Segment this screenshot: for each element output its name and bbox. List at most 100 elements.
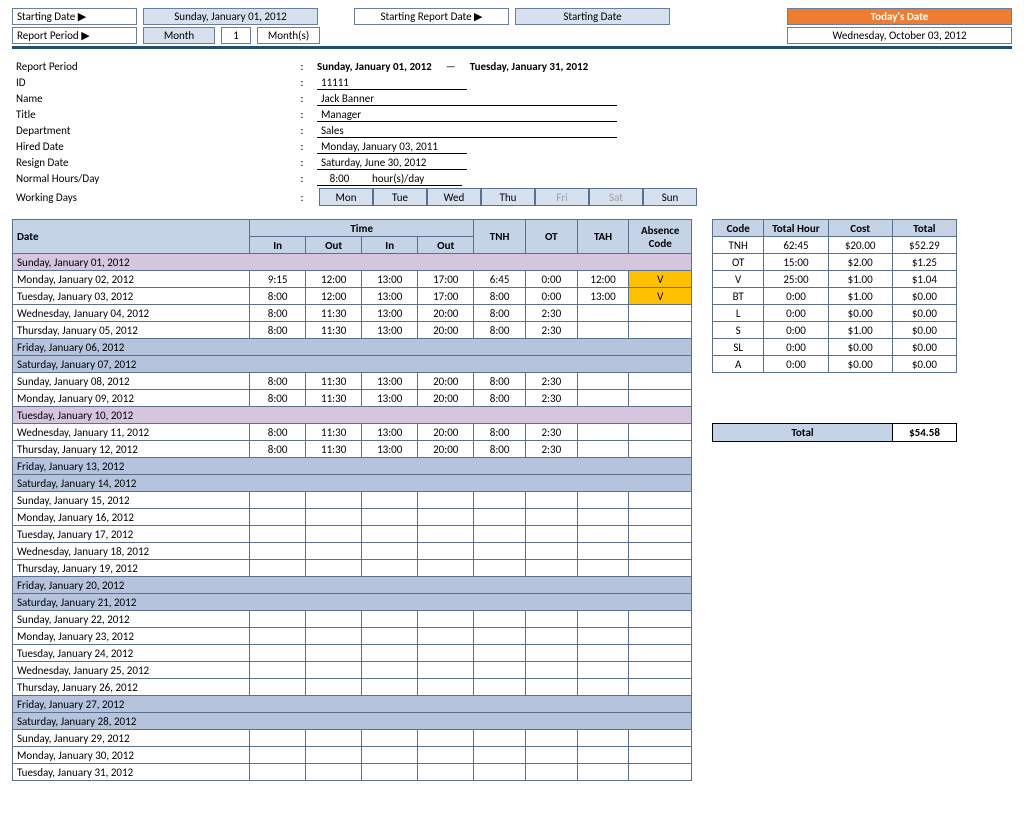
- in2-cell[interactable]: [362, 543, 418, 560]
- in1-cell[interactable]: [250, 747, 306, 764]
- out1-cell[interactable]: 11:30: [306, 390, 362, 407]
- tah-cell[interactable]: [577, 424, 629, 441]
- info-id[interactable]: 11111: [317, 76, 467, 90]
- ot-cell[interactable]: [525, 560, 577, 577]
- date-cell[interactable]: Tuesday, January 31, 2012: [13, 764, 250, 781]
- in2-cell[interactable]: [362, 611, 418, 628]
- absence-cell[interactable]: [629, 730, 692, 747]
- absence-cell[interactable]: [629, 560, 692, 577]
- ot-cell[interactable]: 0:00: [525, 288, 577, 305]
- ot-cell[interactable]: [525, 628, 577, 645]
- out1-cell[interactable]: [306, 526, 362, 543]
- out2-cell[interactable]: 20:00: [418, 441, 474, 458]
- in1-cell[interactable]: 8:00: [250, 424, 306, 441]
- date-cell[interactable]: Sunday, January 29, 2012: [13, 730, 250, 747]
- out1-cell[interactable]: 12:00: [306, 288, 362, 305]
- date-cell[interactable]: Monday, January 09, 2012: [13, 390, 250, 407]
- info-hours-val[interactable]: 8:00: [317, 172, 362, 186]
- absence-cell[interactable]: [629, 492, 692, 509]
- tnh-cell[interactable]: 8:00: [474, 441, 526, 458]
- tnh-cell[interactable]: [474, 628, 526, 645]
- tah-cell[interactable]: [577, 730, 629, 747]
- tnh-cell[interactable]: [474, 764, 526, 781]
- date-cell[interactable]: Monday, January 02, 2012: [13, 271, 250, 288]
- out1-cell[interactable]: 11:30: [306, 373, 362, 390]
- date-cell[interactable]: Tuesday, January 03, 2012: [13, 288, 250, 305]
- out1-cell[interactable]: [306, 611, 362, 628]
- tah-cell[interactable]: [577, 628, 629, 645]
- tnh-cell[interactable]: [474, 543, 526, 560]
- ot-cell[interactable]: [525, 492, 577, 509]
- out1-cell[interactable]: 11:30: [306, 322, 362, 339]
- date-cell[interactable]: Thursday, January 12, 2012: [13, 441, 250, 458]
- ot-cell[interactable]: [525, 730, 577, 747]
- out2-cell[interactable]: [418, 628, 474, 645]
- absence-cell[interactable]: [629, 373, 692, 390]
- date-cell[interactable]: Sunday, January 08, 2012: [13, 373, 250, 390]
- tnh-cell[interactable]: 8:00: [474, 390, 526, 407]
- in2-cell[interactable]: [362, 628, 418, 645]
- tah-cell[interactable]: [577, 526, 629, 543]
- in1-cell[interactable]: [250, 526, 306, 543]
- in2-cell[interactable]: [362, 730, 418, 747]
- in1-cell[interactable]: 8:00: [250, 305, 306, 322]
- date-cell[interactable]: Tuesday, January 17, 2012: [13, 526, 250, 543]
- absence-cell[interactable]: [629, 747, 692, 764]
- period-type[interactable]: Month: [143, 27, 215, 44]
- in2-cell[interactable]: [362, 679, 418, 696]
- out1-cell[interactable]: [306, 645, 362, 662]
- tah-cell[interactable]: [577, 747, 629, 764]
- ot-cell[interactable]: [525, 526, 577, 543]
- absence-cell[interactable]: [629, 441, 692, 458]
- absence-cell[interactable]: V: [629, 271, 692, 288]
- day-box[interactable]: Sun: [643, 188, 697, 206]
- absence-cell[interactable]: [629, 322, 692, 339]
- absence-cell[interactable]: [629, 543, 692, 560]
- ot-cell[interactable]: [525, 747, 577, 764]
- ot-cell[interactable]: [525, 611, 577, 628]
- in2-cell[interactable]: 13:00: [362, 373, 418, 390]
- date-cell[interactable]: Wednesday, January 18, 2012: [13, 543, 250, 560]
- tnh-cell[interactable]: [474, 645, 526, 662]
- tah-cell[interactable]: [577, 322, 629, 339]
- info-name[interactable]: Jack Banner: [317, 92, 617, 106]
- tah-cell[interactable]: [577, 492, 629, 509]
- info-department[interactable]: Sales: [317, 124, 617, 138]
- tah-cell[interactable]: [577, 645, 629, 662]
- in1-cell[interactable]: [250, 662, 306, 679]
- out2-cell[interactable]: 17:00: [418, 271, 474, 288]
- in1-cell[interactable]: 9:15: [250, 271, 306, 288]
- out1-cell[interactable]: [306, 747, 362, 764]
- out1-cell[interactable]: 11:30: [306, 424, 362, 441]
- in2-cell[interactable]: 13:00: [362, 288, 418, 305]
- in1-cell[interactable]: [250, 645, 306, 662]
- in1-cell[interactable]: 8:00: [250, 390, 306, 407]
- in1-cell[interactable]: [250, 560, 306, 577]
- out1-cell[interactable]: [306, 509, 362, 526]
- absence-cell[interactable]: [629, 305, 692, 322]
- tnh-cell[interactable]: 8:00: [474, 373, 526, 390]
- info-resign[interactable]: Saturday, June 30, 2012: [317, 156, 467, 170]
- date-cell[interactable]: Wednesday, January 04, 2012: [13, 305, 250, 322]
- ot-cell[interactable]: [525, 764, 577, 781]
- tah-cell[interactable]: [577, 509, 629, 526]
- in2-cell[interactable]: 13:00: [362, 424, 418, 441]
- in2-cell[interactable]: [362, 509, 418, 526]
- info-title[interactable]: Manager: [317, 108, 617, 122]
- tah-cell[interactable]: [577, 441, 629, 458]
- in2-cell[interactable]: [362, 747, 418, 764]
- absence-cell[interactable]: [629, 679, 692, 696]
- absence-cell[interactable]: [629, 424, 692, 441]
- date-cell[interactable]: Wednesday, January 11, 2012: [13, 424, 250, 441]
- tnh-cell[interactable]: 8:00: [474, 305, 526, 322]
- tnh-cell[interactable]: [474, 730, 526, 747]
- tnh-cell[interactable]: [474, 526, 526, 543]
- in1-cell[interactable]: 8:00: [250, 373, 306, 390]
- absence-cell[interactable]: [629, 611, 692, 628]
- out2-cell[interactable]: [418, 747, 474, 764]
- tah-cell[interactable]: [577, 305, 629, 322]
- out1-cell[interactable]: 11:30: [306, 441, 362, 458]
- in1-cell[interactable]: [250, 730, 306, 747]
- absence-cell[interactable]: [629, 390, 692, 407]
- tah-cell[interactable]: [577, 543, 629, 560]
